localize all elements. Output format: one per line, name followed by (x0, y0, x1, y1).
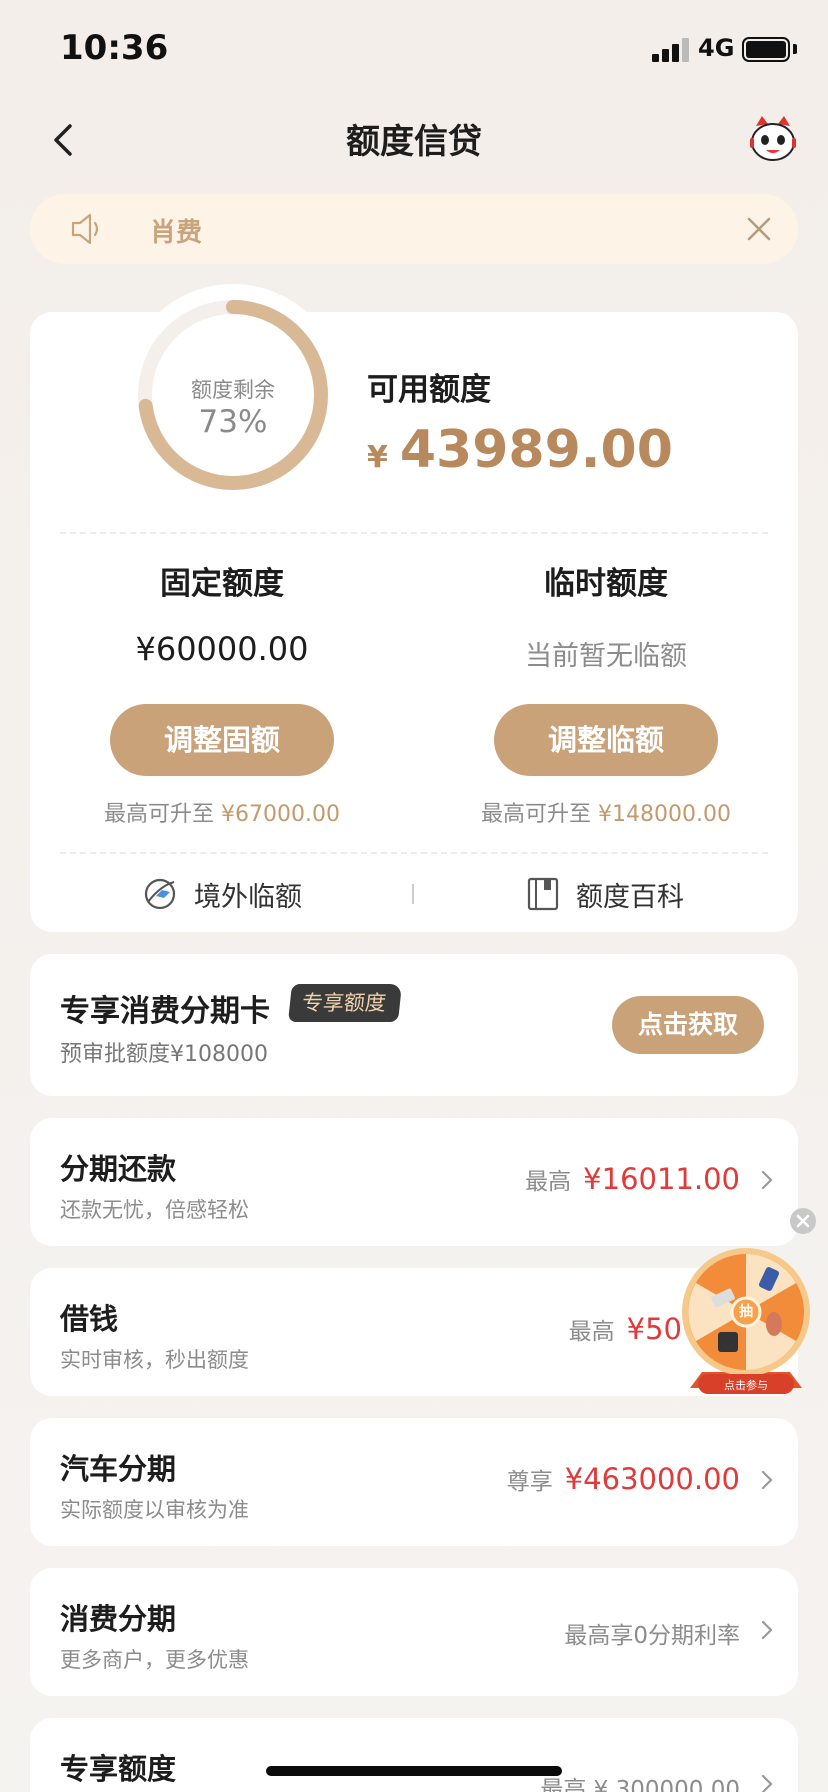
fixed-max-prefix: 最高可升至 (104, 802, 215, 827)
list-item-amount: ¥463000.00 (564, 1462, 740, 1496)
notice-text: 肖费 (150, 218, 203, 248)
list-item-prefix: 最高 (568, 1319, 615, 1345)
wheel-caption: 点击参与 (724, 1379, 768, 1392)
credit-card: 额度剩余 73% 可用额度 ¥43989.00 固定额度 ¥60000.00 调… (30, 284, 798, 932)
list-item-amount: ¥50 (626, 1312, 682, 1346)
fixed-limit-title: 固定额度 (160, 566, 284, 602)
globe-plane-icon (144, 878, 176, 910)
temp-max-value: ¥148000.00 (598, 802, 731, 827)
list-item-title: 分期还款 (60, 1152, 177, 1186)
list-item-installment-repay[interactable]: 分期还款 还款无忧，倍感轻松 最高 ¥16011.00 (30, 1118, 798, 1246)
nav-bar: 额度信贷 (0, 100, 828, 180)
promo-subtitle: 预审批额度¥108000 (60, 1042, 268, 1067)
battery-tip (793, 44, 797, 54)
list-item-subtitle: 还款无忧，倍感轻松 (60, 1198, 249, 1222)
list-item-subtitle: 实时审核，秒出额度 (60, 1348, 249, 1372)
divider (60, 852, 768, 854)
chevron-right-icon (761, 1170, 773, 1190)
temp-max-limit: 最高可升至 ¥148000.00 (414, 796, 798, 828)
status-bar: 10:36 4G (0, 0, 828, 100)
list-item-value: 最高享0分期利率 (564, 1616, 740, 1650)
fixed-max-limit: 最高可升至 ¥67000.00 (30, 796, 414, 828)
fixed-max-value: ¥67000.00 (221, 802, 340, 827)
limit-encyclopedia-link[interactable]: 额度百科 (526, 874, 684, 914)
book-icon (527, 877, 559, 911)
battery-icon (742, 37, 790, 62)
list-item-subtitle: 更多商户，更多优惠 (60, 1648, 249, 1672)
page-title: 额度信贷 (346, 122, 482, 162)
list-item-title: 专享额度 (60, 1752, 177, 1786)
list-item-value: 最高 ¥16011.00 (525, 1162, 740, 1196)
network-label: 4G (698, 34, 735, 62)
adjust-temp-button[interactable]: 调整临额 (494, 704, 718, 776)
link-separator (412, 884, 414, 904)
list-item-exclusive-limit[interactable]: 专享额度 最高 ¥ 300000.00 (30, 1718, 798, 1792)
list-item-subtitle: 实际额度以审核为准 (60, 1498, 249, 1522)
close-icon[interactable] (744, 214, 774, 244)
signal-icon (652, 38, 692, 62)
mascot-button[interactable] (748, 114, 798, 164)
temp-limit-value: 当前暂无临额 (525, 641, 687, 672)
temp-limit-title: 临时额度 (544, 566, 668, 602)
temp-max-prefix: 最高可升至 (481, 802, 592, 827)
promo-badge: 专享额度 (288, 984, 402, 1022)
list-item-car-installment[interactable]: 汽车分期 实际额度以审核为准 尊享 ¥463000.00 (30, 1418, 798, 1546)
notice-banner[interactable]: 肖费 (30, 194, 798, 264)
list-item-amount: ¥16011.00 (583, 1162, 740, 1196)
list-item-title: 借钱 (60, 1302, 119, 1336)
overseas-temp-link[interactable]: 境外临额 (142, 874, 302, 914)
promo-title: 专享消费分期卡 (60, 994, 270, 1029)
list-item-value: 最高 ¥50 (569, 1312, 682, 1346)
installment-card-promo[interactable]: 专享消费分期卡 专享额度 预审批额度¥108000 点击获取 (30, 954, 798, 1096)
fixed-limit-value: ¥60000.00 (135, 630, 309, 668)
promo-get-button[interactable]: 点击获取 (612, 996, 764, 1054)
overseas-temp-label: 境外临额 (194, 881, 302, 913)
status-time: 10:36 (60, 28, 169, 68)
list-item-value: 尊享 ¥463000.00 (507, 1462, 740, 1496)
speaker-icon (71, 213, 99, 245)
list-item-title: 消费分期 (60, 1602, 177, 1636)
wheel-center-label: 抽 (739, 1304, 753, 1320)
list-item-consumer-installment[interactable]: 消费分期 更多商户，更多优惠 最高享0分期利率 (30, 1568, 798, 1696)
limit-encyclopedia-label: 额度百科 (576, 881, 684, 913)
lottery-wheel-icon (682, 1248, 810, 1394)
list-item-plain-text: 最高享0分期利率 (564, 1623, 740, 1649)
fixed-limit-section: 固定额度 ¥60000.00 调整固额 最高可升至 ¥67000.00 (30, 312, 414, 832)
home-indicator (266, 1766, 562, 1776)
list-item-prefix: 尊享 (506, 1469, 553, 1495)
chevron-right-icon (761, 1620, 773, 1640)
list-item-plain-text: 最高 ¥ 300000.00 (540, 1777, 740, 1792)
temp-limit-section: 临时额度 当前暂无临额 调整临额 最高可升至 ¥148000.00 (414, 312, 798, 832)
lottery-wheel-button[interactable]: 抽 点击参与 (680, 1246, 812, 1396)
wheel-close-icon[interactable] (788, 1206, 818, 1236)
mascot-icon (750, 116, 796, 161)
chevron-right-icon (761, 1774, 773, 1792)
list-item-title: 汽车分期 (60, 1452, 177, 1486)
adjust-fixed-button[interactable]: 调整固额 (110, 704, 334, 776)
list-item-prefix: 最高 (525, 1169, 572, 1195)
chevron-right-icon (761, 1470, 773, 1490)
list-item-value: 最高 ¥ 300000.00 (540, 1770, 740, 1792)
